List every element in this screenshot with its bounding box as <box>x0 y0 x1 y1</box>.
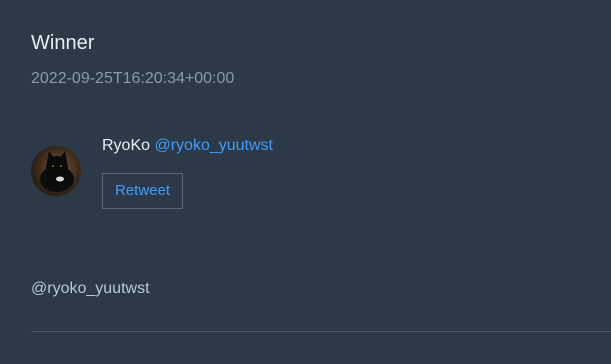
user-name[interactable]: RyoKo <box>102 137 150 154</box>
mention-text[interactable]: @ryoko_yuutwst <box>31 279 150 299</box>
post-title: Winner <box>31 32 95 54</box>
black-cat-avatar-icon <box>31 146 81 196</box>
user-handle-link[interactable]: @ryoko_yuutwst <box>154 137 273 154</box>
post-timestamp: 2022-09-25T16:20:34+00:00 <box>31 70 235 87</box>
divider <box>31 331 611 332</box>
retweet-button[interactable]: Retweet <box>102 173 183 209</box>
avatar[interactable] <box>31 146 81 196</box>
user-line: RyoKo @ryoko_yuutwst <box>102 136 273 156</box>
